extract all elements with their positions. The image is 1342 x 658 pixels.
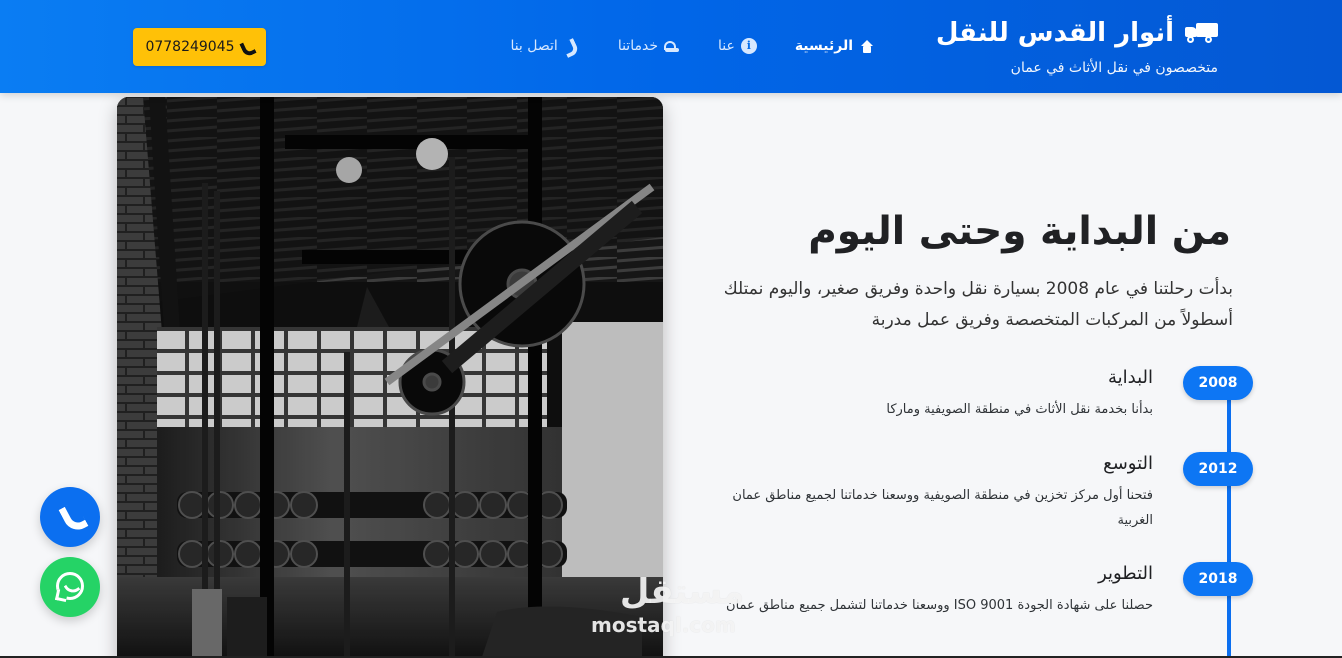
timeline-item-title: البداية xyxy=(1107,367,1153,388)
phone-icon xyxy=(564,38,580,54)
about-section-title: من البداية وحتى اليوم xyxy=(808,209,1231,255)
brand-title-row: أنوار القدس للنقل xyxy=(918,14,1218,52)
nav-home-label: الرئيسية xyxy=(794,38,853,54)
timeline-line xyxy=(1227,390,1231,658)
nav-about-label: عنا xyxy=(717,38,735,54)
nav-services-link[interactable]: خدماتنا xyxy=(618,36,680,56)
service-icon xyxy=(663,38,680,54)
floating-call-button[interactable] xyxy=(40,487,100,547)
timeline-item-text: حصلنا على شهادة الجودة ISO 9001 ووسعنا خ… xyxy=(726,598,1153,613)
gym-photo xyxy=(117,97,663,658)
timeline-item: البداية بدأنا بخدمة نقل الأثاث في منطقة … xyxy=(723,365,1153,422)
main-navigation: الرئيسية عنا خدماتنا اتصل بنا xyxy=(510,36,875,56)
whatsapp-icon xyxy=(56,572,84,600)
gym-photo-illustration xyxy=(117,97,663,658)
brand-title: أنوار القدس للنقل xyxy=(935,18,1174,48)
timeline-item: التطوير حصلنا على شهادة الجودة ISO 9001 … xyxy=(723,561,1153,618)
nav-contact-link[interactable]: اتصل بنا xyxy=(510,36,579,56)
floating-whatsapp-button[interactable] xyxy=(40,557,100,617)
call-phone-button[interactable]: 0778249045 xyxy=(133,28,266,66)
phone-icon xyxy=(57,502,85,530)
timeline-item-title: التطوير xyxy=(1098,563,1153,584)
nav-services-label: خدماتنا xyxy=(617,38,658,54)
timeline-item-text: بدأنا بخدمة نقل الأثاث في منطقة الصويفية… xyxy=(886,402,1153,417)
info-icon xyxy=(740,38,757,54)
brand-block[interactable]: أنوار القدس للنقل متخصصون في نقل الأثاث … xyxy=(918,14,1218,84)
truck-icon xyxy=(1182,22,1218,44)
about-intro-text: بدأت رحلتنا في عام 2008 بسيارة نقل واحدة… xyxy=(723,279,1233,330)
timeline-item: التوسع فتحنا أول مركز تخزين في منطقة الص… xyxy=(723,451,1153,533)
timeline-item-title: التوسع xyxy=(1103,453,1153,474)
timeline-item-text: فتحنا أول مركز تخزين في منطقة الصويفية و… xyxy=(732,488,1153,528)
phone-icon xyxy=(240,40,254,54)
top-navbar: أنوار القدس للنقل متخصصون في نقل الأثاث … xyxy=(0,0,1342,93)
nav-home-link[interactable]: الرئيسية xyxy=(795,36,875,56)
about-page: أنوار القدس للنقل متخصصون في نقل الأثاث … xyxy=(0,0,1342,658)
phone-number: 0778249045 xyxy=(145,39,235,55)
timeline-year-2018: 2018 xyxy=(1183,562,1253,596)
timeline-year-2012: 2012 xyxy=(1183,452,1253,486)
brand-subtitle: متخصصون في نقل الأثاث في عمان xyxy=(1010,60,1218,76)
timeline-year-2008: 2008 xyxy=(1183,366,1253,400)
nav-about-link[interactable]: عنا xyxy=(718,36,757,56)
nav-contact-label: اتصل بنا xyxy=(510,38,558,54)
home-icon xyxy=(859,38,875,54)
